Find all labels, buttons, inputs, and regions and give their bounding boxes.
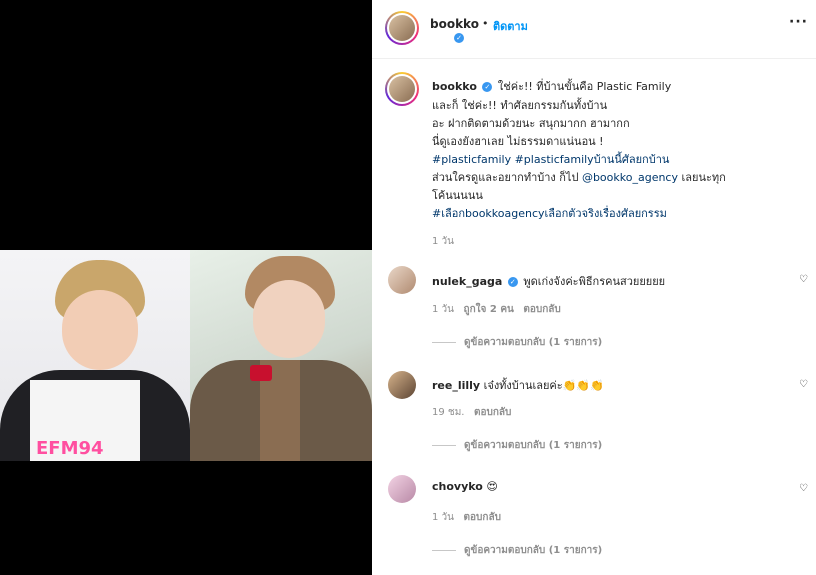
comment-meta: 19 ชม. ตอบกลับ [432,405,511,420]
comment-row: chovyko 😍 [432,480,498,493]
comment-username[interactable]: nulek_gaga [432,275,502,288]
caption-line-3: อะ ฝากติดตามด้วยนะ สนุกมากก ฮามากก [432,117,630,130]
author-avatar[interactable] [385,11,419,45]
shirt-logo-text: EFM94 [36,438,104,459]
header-separator: • [482,17,489,30]
mention-link[interactable]: @bookko_agency [582,171,678,184]
caption-text: ส่วนใครดูและอยากทำบ้าง ก็ไป [432,171,579,184]
caption-author-avatar[interactable] [385,72,419,106]
post-header: bookko • ติดตาม ✓ ··· [372,0,816,59]
author-username[interactable]: bookko [430,17,479,31]
divider [432,549,456,551]
comment-row: nulek_gaga ✓ พูดเก่งจังค่ะพิธีกรคนสวยยยย… [432,272,665,290]
caption-line-2: และก็ ใช่ค่ะ!! ทำศัลยกรรมกันทั้งบ้าน [432,99,608,112]
post-details-panel: bookko • ติดตาม ✓ ··· bookko ✓ ใช่ค่ะ!! … [372,0,816,575]
reply-button[interactable]: ตอบกลับ [523,304,560,315]
view-replies-button[interactable]: ดูข้อความตอบกลับ (1 รายการ) [432,335,602,350]
heart-icon[interactable]: ♡ [799,483,808,494]
accent-shape [250,365,272,381]
heart-icon[interactable]: ♡ [799,274,808,285]
divider [432,444,456,446]
caption-timestamp[interactable]: 1 วัน [432,234,454,249]
caption-line-1: bookko ✓ ใช่ค่ะ!! ที่บ้านขั้นคือ Plastic… [432,77,671,95]
caption-line-7: โค้นนนนน [432,189,483,202]
comment-text: 😍 [486,480,498,493]
verified-badge-icon: ✓ [454,31,464,44]
photo-right-person [190,250,372,461]
comment-time[interactable]: 1 วัน [432,304,454,315]
comment-username[interactable]: chovyko [432,480,483,493]
commenter-avatar[interactable] [388,266,416,294]
caption-hashtags[interactable]: #plasticfamily #plasticfamilyบ้านนี้ศัลย… [432,150,669,168]
caption-text: เลยนะทุก [681,171,726,184]
photo-left-person: EFM94 [0,250,190,461]
heart-icon[interactable]: ♡ [799,379,808,390]
comment-meta: 1 วัน ถูกใจ 2 คน ตอบกลับ [432,302,561,317]
face-shape [62,290,138,370]
verified-badge-icon: ✓ [507,277,518,287]
view-replies-label: ดูข้อความตอบกลับ (1 รายการ) [464,545,603,556]
caption-line-4: นี่ดูเองยังฮาเลย ไม่ธรรมดาแน่นอน ! [432,135,604,148]
view-replies-label: ดูข้อความตอบกลับ (1 รายการ) [464,440,603,451]
view-replies-button[interactable]: ดูข้อความตอบกลับ (1 รายการ) [432,543,602,558]
caption-username[interactable]: bookko [432,80,477,93]
comment-likes[interactable]: ถูกใจ 2 คน [464,304,514,315]
view-replies-button[interactable]: ดูข้อความตอบกลับ (1 รายการ) [432,438,602,453]
comment-username[interactable]: ree_lilly [432,379,480,392]
face-shape [253,280,325,358]
reply-button[interactable]: ตอบกลับ [464,512,501,523]
post-photo[interactable]: EFM94 [0,250,372,461]
comment-time[interactable]: 19 ชม. [432,407,464,418]
comment-text: พูดเก่งจังค่ะพิธีกรคนสวยยยยย [523,275,666,288]
more-options-icon[interactable]: ··· [789,14,808,30]
commenter-avatar[interactable] [388,371,416,399]
comment-time[interactable]: 1 วัน [432,512,454,523]
comment-row: ree_lilly เจ๋งทั้งบ้านเลยค่ะ👏👏👏 [432,376,604,394]
follow-button[interactable]: ติดตาม [493,17,528,35]
caption-line-6: ส่วนใครดูและอยากทำบ้าง ก็ไป @bookko_agen… [432,168,726,186]
verified-badge-icon: ✓ [482,82,493,92]
view-replies-label: ดูข้อความตอบกลับ (1 รายการ) [464,337,603,348]
comment-text: เจ๋งทั้งบ้านเลยค่ะ👏👏👏 [483,379,604,392]
comment-meta: 1 วัน ตอบกลับ [432,510,501,525]
reply-button[interactable]: ตอบกลับ [474,407,511,418]
divider [432,341,456,343]
post-media: EFM94 [0,0,372,575]
caption-hashtag-last[interactable]: #เลือกbookkoagencyเลือกตัวจริงเรื่องศัลย… [432,204,667,222]
commenter-avatar[interactable] [388,475,416,503]
caption-text: ใช่ค่ะ!! ที่บ้านขั้นคือ Plastic Family [497,80,672,93]
